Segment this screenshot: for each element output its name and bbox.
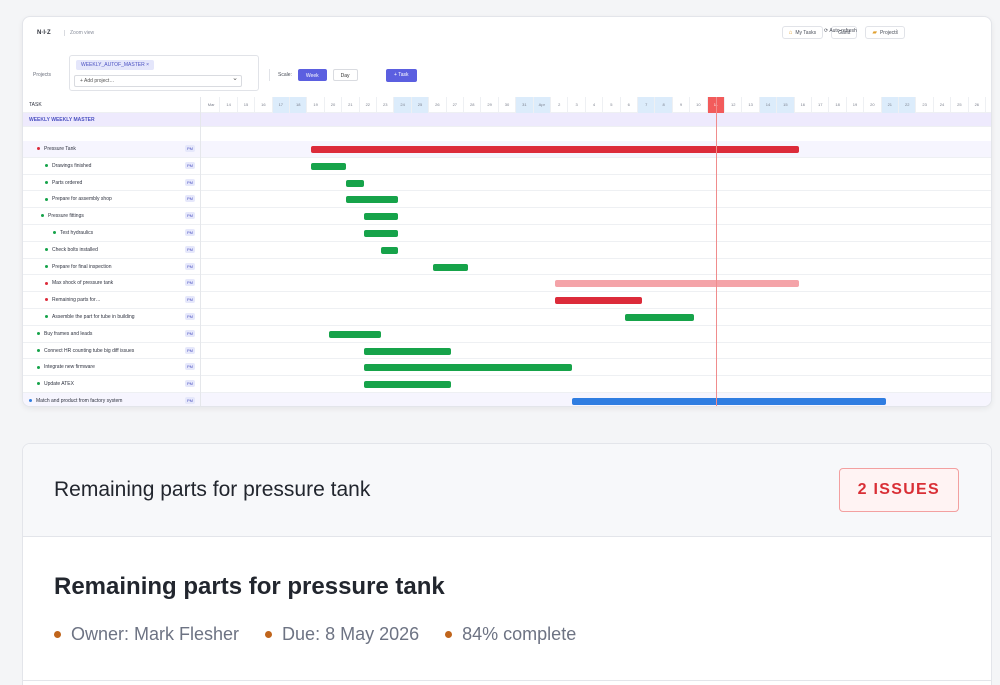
gantt-bar[interactable] <box>555 280 799 288</box>
day-column-header: 26 <box>429 97 447 113</box>
issues-badge[interactable]: 2 ISSUES <box>838 468 959 512</box>
owner-text: Owner: Mark Flesher <box>71 624 240 644</box>
day-column-header: 25 <box>951 97 969 113</box>
gantt-bar[interactable] <box>363 230 399 237</box>
day-column-header: 8 <box>655 97 673 113</box>
task-meta: Owner: Mark Flesher Due: 8 May 2026 84% … <box>54 624 576 645</box>
day-column-header: 19 <box>847 97 865 113</box>
gantt-bar[interactable] <box>363 213 399 221</box>
projects-button[interactable]: ▰ Projects <box>865 26 905 39</box>
day-column-header: Apr <box>533 97 551 113</box>
day-column-header: 27 <box>986 97 991 113</box>
gantt-grid: TASK Mar 14 15 16 17 18 19 20 21 22 23 24 25 26 27 28 29 3… <box>23 97 991 406</box>
task-detail-card: Remaining parts for pressure tank 2 ISSU… <box>22 443 992 685</box>
day-column-header: 19 <box>307 97 325 113</box>
due-text: Due: 8 May 2026 <box>282 624 420 644</box>
day-column-header: 18 <box>290 97 308 113</box>
day-column-header: 20 <box>864 97 882 113</box>
folder-icon: ▰ <box>872 30 877 36</box>
project-chip[interactable]: WEEKLY_AUTOF_MASTER × <box>76 60 155 70</box>
day-column-header: 25 <box>411 97 430 113</box>
day-column-header: 15 <box>238 97 256 113</box>
day-column-header: 17 <box>272 97 290 113</box>
day-column-header: 10 <box>690 97 708 113</box>
day-column-header: 9 <box>673 97 691 113</box>
scale-label: Scale: <box>278 72 292 78</box>
scale-day-button[interactable]: Day <box>332 69 358 81</box>
day-column-header: 31 <box>516 97 534 113</box>
day-column-header: 22 <box>360 97 377 113</box>
gantt-bar[interactable] <box>572 398 886 405</box>
app-title: N·I·Z <box>37 30 51 36</box>
bullet-icon <box>54 631 61 638</box>
divider <box>23 680 991 681</box>
gantt-screenshot: N·I·Z Zoom view ⌂ My Tasks Gantt ▰ Project… <box>22 16 992 407</box>
day-column-header: 16 <box>255 97 273 113</box>
day-column-header: 27 <box>447 97 464 113</box>
bullet-icon <box>445 631 453 638</box>
day-column-header: 23 <box>916 97 934 113</box>
my-tasks-button[interactable]: ⌂ My Tasks <box>781 26 824 39</box>
day-column-header: 5 <box>603 97 621 113</box>
scale-switch: Scale: Week Day <box>269 69 358 81</box>
owner-meta: Owner: Mark Flesher <box>54 624 239 645</box>
task-title: Remaining parts for pressure tank <box>54 573 445 600</box>
gantt-bar[interactable] <box>346 196 399 204</box>
zoom-view-link[interactable]: Zoom view <box>64 30 94 36</box>
day-column-header: 23 <box>377 97 395 113</box>
day-column-header: 30 <box>499 97 517 113</box>
day-column-header: 18 <box>829 97 847 113</box>
day-column-header: 28 <box>464 97 482 113</box>
day-column-header: 21 <box>342 97 360 113</box>
task-list-column <box>23 97 201 406</box>
day-column-header: 26 <box>969 97 986 113</box>
progress-text: 84% complete <box>462 624 577 644</box>
gantt-bar[interactable] <box>363 347 451 355</box>
gantt-bar[interactable] <box>328 330 381 338</box>
day-column-header: 16 <box>795 97 812 113</box>
day-column-header: 21 <box>881 97 899 113</box>
gantt-bar[interactable] <box>433 263 468 271</box>
day-column-header: 2 <box>551 97 569 113</box>
progress-meta: 84% complete <box>445 624 576 645</box>
day-column-header: 24 <box>934 97 952 113</box>
project-select[interactable]: + Add project… <box>74 74 242 87</box>
day-column-header: 4 <box>586 97 604 113</box>
bullet-icon <box>265 631 273 638</box>
gantt-bar[interactable] <box>311 146 799 153</box>
day-column-header: 6 <box>621 97 638 113</box>
day-column-header: 29 <box>481 97 499 113</box>
day-column-header: 22 <box>899 97 917 113</box>
day-column-header: 14 <box>220 97 238 113</box>
scale-week-button[interactable]: Week <box>297 69 327 81</box>
day-column-header: Mar <box>203 97 221 113</box>
day-column-header: 14 <box>759 97 778 113</box>
detail-header-title: Remaining parts for pressure tank <box>54 478 371 501</box>
day-column-header: 15 <box>777 97 795 113</box>
project-filter: WEEKLY_AUTOF_MASTER × + Add project… <box>69 55 259 91</box>
projects-label: Projects <box>33 72 52 78</box>
gantt-bar[interactable] <box>346 179 364 187</box>
gantt-bar[interactable] <box>555 297 642 305</box>
gantt-bar[interactable] <box>363 381 451 389</box>
day-column-header: 3 <box>568 97 586 113</box>
refresh-toggle[interactable]: ⟳ Auto-refresh <box>824 28 857 34</box>
day-column-header: 20 <box>325 97 343 113</box>
day-column-header: 12 <box>725 97 743 113</box>
gantt-bar[interactable] <box>624 314 695 321</box>
gantt-bar[interactable] <box>381 246 399 254</box>
home-icon: ⌂ <box>788 29 793 36</box>
day-column-header: 7 <box>638 97 656 113</box>
detail-header: Remaining parts for pressure tank 2 ISSU… <box>23 444 991 537</box>
day-column-header: 24 <box>394 97 412 113</box>
day-column-header: 17 <box>812 97 830 113</box>
today-line <box>715 97 717 406</box>
day-column-header: 13 <box>742 97 760 113</box>
gantt-bar[interactable] <box>311 162 347 170</box>
due-meta: Due: 8 May 2026 <box>265 624 419 645</box>
add-task-button[interactable]: + Task <box>386 69 417 82</box>
chevron-right-icon[interactable]: › <box>896 28 898 34</box>
gantt-bar[interactable] <box>363 364 573 372</box>
